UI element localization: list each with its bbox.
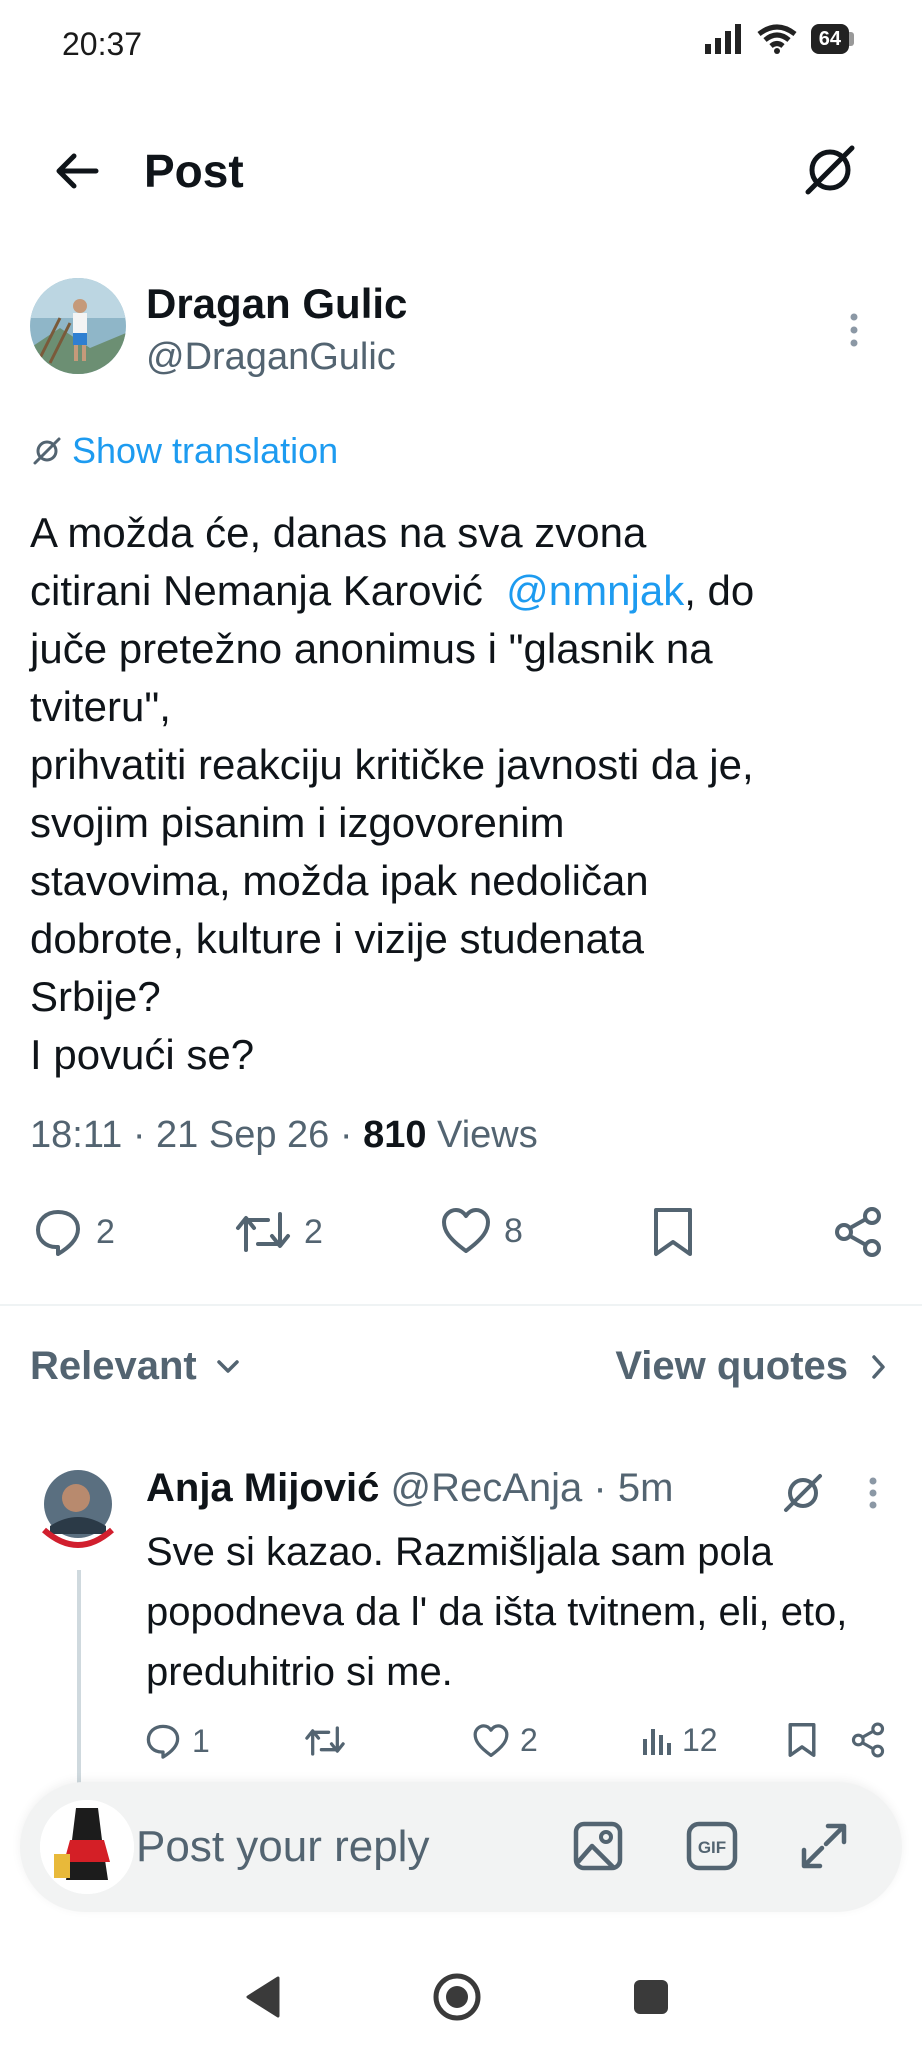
image-icon bbox=[573, 1821, 623, 1871]
replies-sort-row: Relevant View quotes bbox=[0, 1340, 922, 1410]
author-name[interactable]: Dragan Gulic bbox=[146, 280, 407, 328]
more-vertical-icon bbox=[850, 313, 858, 347]
post-text: A možda će, danas na sva zvona citirani … bbox=[30, 504, 900, 1084]
back-arrow-icon bbox=[56, 153, 99, 189]
reply-composer[interactable]: Post your reply GIF bbox=[20, 1782, 902, 1912]
reply-more-button[interactable] bbox=[868, 1476, 878, 1510]
nav-home-icon bbox=[433, 1973, 481, 2021]
mention-link[interactable]: @nmnjak bbox=[506, 567, 684, 614]
system-recents-button[interactable] bbox=[632, 1978, 670, 2021]
status-icons: 64 bbox=[704, 24, 854, 54]
battery-icon: 64 bbox=[810, 24, 854, 54]
repost-icon bbox=[236, 1212, 290, 1252]
top-bar: Post bbox=[0, 110, 922, 230]
views-count: 810 bbox=[363, 1114, 427, 1156]
repost-count: 2 bbox=[304, 1212, 323, 1251]
gif-icon: GIF bbox=[686, 1821, 738, 1871]
grok-icon bbox=[805, 145, 855, 195]
avatar bbox=[40, 1800, 134, 1894]
reply-share-button[interactable] bbox=[850, 1722, 886, 1758]
more-options-button[interactable] bbox=[848, 312, 860, 348]
like-button[interactable]: 8 bbox=[440, 1206, 523, 1256]
add-gif-button[interactable]: GIF bbox=[684, 1818, 740, 1874]
reply-icon bbox=[146, 1724, 180, 1759]
like-count: 8 bbox=[504, 1211, 523, 1250]
divider bbox=[0, 1304, 922, 1306]
expand-composer-button[interactable] bbox=[796, 1818, 852, 1874]
nav-recents-icon bbox=[634, 1980, 668, 2014]
view-quotes-link[interactable]: View quotes bbox=[615, 1344, 888, 1389]
grok-icon bbox=[784, 1474, 822, 1512]
avatar[interactable] bbox=[30, 278, 126, 374]
reply-views-count: 12 bbox=[682, 1722, 718, 1758]
reply-button[interactable]: 2 bbox=[32, 1206, 115, 1258]
user-avatar-image bbox=[40, 1800, 134, 1894]
reply-icon bbox=[36, 1210, 80, 1256]
reply-item[interactable]: Anja Mijović @RecAnja · 5m Sve si kazao.… bbox=[0, 1460, 922, 1790]
chevron-down-icon bbox=[217, 1359, 239, 1373]
reply-input[interactable]: Post your reply bbox=[136, 1822, 429, 1872]
back-button[interactable] bbox=[52, 146, 102, 196]
repost-icon bbox=[305, 1726, 345, 1756]
reply-author-name[interactable]: Anja Mijović bbox=[146, 1466, 379, 1510]
author-handle[interactable]: @DraganGulic bbox=[146, 336, 396, 379]
share-icon bbox=[835, 1207, 881, 1257]
battery-tip bbox=[849, 32, 854, 46]
sort-label: Relevant bbox=[30, 1344, 197, 1388]
post-timestamp: 18:11 · 21 Sep 26 · bbox=[30, 1114, 364, 1156]
show-translation-link[interactable]: Show translation bbox=[32, 430, 338, 472]
like-icon bbox=[473, 1723, 509, 1757]
wifi-icon bbox=[757, 24, 797, 54]
avatar[interactable] bbox=[30, 1464, 126, 1560]
author-avatar-image bbox=[30, 278, 126, 374]
bookmark-icon bbox=[788, 1723, 816, 1757]
svg-text:GIF: GIF bbox=[698, 1838, 726, 1857]
sort-dropdown[interactable]: Relevant bbox=[30, 1344, 241, 1389]
reply-bookmark-button[interactable] bbox=[786, 1722, 818, 1758]
bookmark-icon bbox=[654, 1208, 692, 1256]
view-quotes-label: View quotes bbox=[615, 1344, 848, 1388]
reply-avatar-image bbox=[30, 1464, 126, 1560]
system-nav-bar bbox=[0, 1936, 922, 2048]
more-vertical-icon bbox=[869, 1477, 877, 1509]
post-text-part2: , do juče pretežno anonimus i "glasnik n… bbox=[30, 567, 755, 1078]
add-image-button[interactable] bbox=[570, 1818, 626, 1874]
reply-like-count: 2 bbox=[520, 1722, 538, 1758]
show-translation-label: Show translation bbox=[72, 430, 339, 471]
reply-reply-count: 1 bbox=[192, 1722, 210, 1759]
chevron-right-icon bbox=[872, 1354, 885, 1379]
reply-text: Sve si kazao. Razmišljala sam pola popod… bbox=[146, 1530, 848, 1694]
status-time: 20:37 bbox=[62, 26, 143, 62]
grok-icon bbox=[33, 437, 61, 465]
reply-analytics-button[interactable]: 12 bbox=[640, 1722, 718, 1759]
grok-button[interactable] bbox=[800, 140, 860, 200]
reply-reply-button[interactable]: 1 bbox=[144, 1722, 210, 1760]
signal-icon bbox=[704, 24, 741, 54]
system-home-button[interactable] bbox=[432, 1972, 482, 2027]
expand-icon bbox=[801, 1823, 847, 1869]
reply-count: 2 bbox=[96, 1212, 115, 1251]
post-meta: 18:11 · 21 Sep 26 · 810 Views bbox=[30, 1114, 538, 1157]
post-actions: 2 2 8 bbox=[0, 1206, 922, 1276]
reply-repost-button[interactable] bbox=[304, 1722, 356, 1760]
bookmark-button[interactable] bbox=[650, 1206, 696, 1258]
analytics-icon bbox=[643, 1728, 671, 1755]
repost-button[interactable]: 2 bbox=[234, 1206, 323, 1258]
share-icon bbox=[851, 1722, 885, 1758]
reply-actions: 1 2 12 bbox=[0, 1722, 922, 1772]
page-title: Post bbox=[144, 145, 244, 197]
status-bar: 20:37 64 bbox=[0, 0, 922, 90]
post-author: Dragan Gulic @DraganGulic bbox=[0, 270, 922, 390]
battery-level: 64 bbox=[810, 24, 849, 54]
like-icon bbox=[442, 1208, 490, 1253]
share-button[interactable] bbox=[832, 1206, 884, 1258]
reply-grok-button[interactable] bbox=[780, 1470, 826, 1516]
views-label: Views bbox=[426, 1114, 538, 1156]
nav-back-icon bbox=[246, 1976, 280, 2018]
reply-header: Anja Mijović @RecAnja · 5m bbox=[146, 1466, 673, 1511]
reply-like-button[interactable]: 2 bbox=[472, 1722, 538, 1759]
system-back-button[interactable] bbox=[244, 1976, 280, 2023]
reply-author-handle[interactable]: @RecAnja · 5m bbox=[379, 1466, 674, 1510]
